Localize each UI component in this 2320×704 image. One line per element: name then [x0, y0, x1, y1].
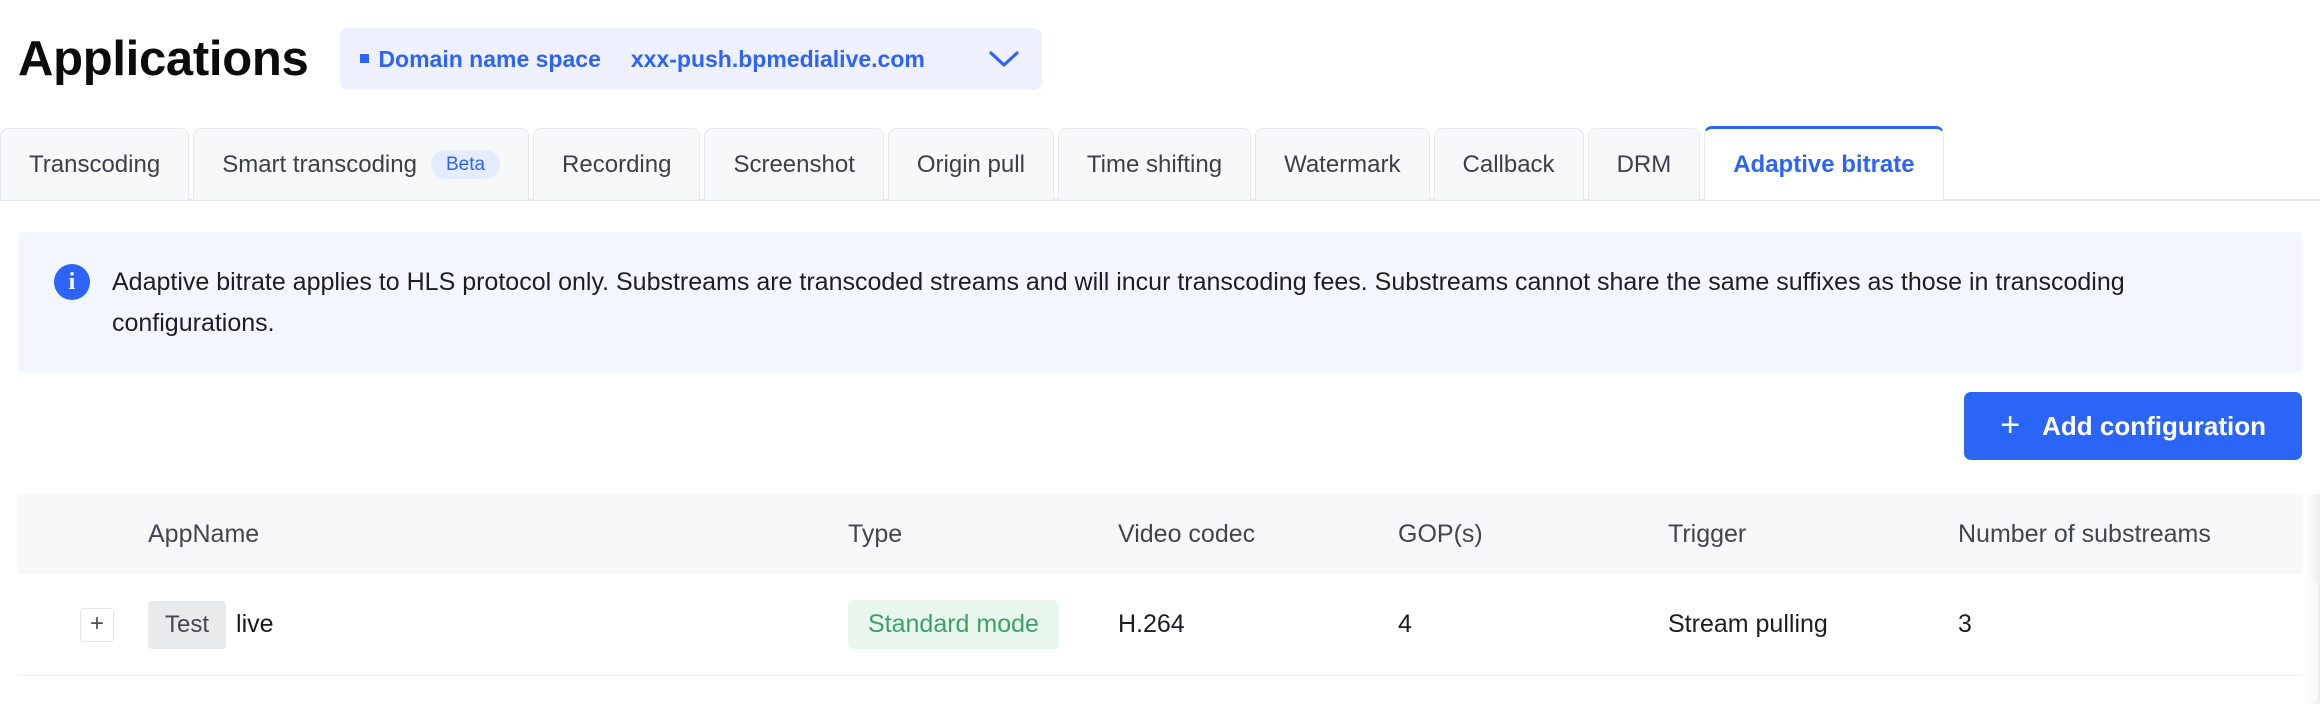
plus-icon: + — [2000, 405, 2021, 444]
tab-recording[interactable]: Recording — [533, 128, 701, 200]
app-name: live — [236, 610, 274, 638]
tab-label: Callback — [1462, 150, 1555, 178]
tab-label: Watermark — [1284, 150, 1401, 178]
app-tag: Test — [148, 600, 227, 649]
tab-label: Recording — [562, 150, 672, 178]
tab-label: Time shifting — [1086, 150, 1223, 178]
tab-label: Adaptive bitrate — [1733, 150, 1915, 178]
tab-label: Screenshot — [733, 150, 855, 178]
tab-label: Origin pull — [916, 150, 1025, 178]
tab-label: Smart transcoding — [222, 150, 417, 178]
page-title: Applications — [18, 31, 309, 86]
configurations-table: AppName Type Video codec GOP(s) Trigger … — [18, 494, 2302, 704]
page-header: Applications Domain name space xxx-push.… — [0, 0, 2320, 118]
table-row: + Test live Standard mode H.264 4 Stream… — [18, 574, 2302, 676]
column-header-type: Type — [848, 519, 903, 548]
column-header-appname: AppName — [148, 519, 260, 548]
cell-type: Standard mode — [848, 574, 1118, 676]
add-configuration-button[interactable]: + Add configuration — [1964, 392, 2302, 460]
status-badge: Standard mode — [848, 600, 1059, 649]
expand-row-plus-icon[interactable]: + — [80, 607, 114, 642]
column-header-video-codec: Video codec — [1118, 519, 1256, 548]
tab-time-shifting[interactable]: Time shifting — [1057, 128, 1252, 200]
tab-adaptive-bitrate[interactable]: Adaptive bitrate — [1704, 126, 1944, 200]
tab-label: Transcoding — [29, 150, 161, 178]
column-header-gop: GOP(s) — [1398, 519, 1483, 548]
table-vertical-scrollbar[interactable] — [2308, 582, 2318, 700]
info-banner: i Adaptive bitrate applies to HLS protoc… — [18, 232, 2302, 373]
action-bar: + Add configuration — [18, 392, 2302, 460]
cell-video-codec: H.264 — [1118, 574, 1398, 676]
cell-gop: 4 — [1398, 574, 1668, 676]
tab-callback[interactable]: Callback — [1433, 128, 1584, 200]
cell-substreams: 3 — [1958, 574, 2302, 676]
tab-screenshot[interactable]: Screenshot — [704, 128, 884, 200]
applications-page: Applications Domain name space xxx-push.… — [0, 0, 2320, 704]
domain-name-space-selector[interactable]: Domain name space xxx-push.bpmedialive.c… — [340, 28, 1043, 90]
add-configuration-label: Add configuration — [2042, 410, 2266, 441]
domain-selector-label: Domain name space — [378, 45, 601, 72]
tab-origin-pull[interactable]: Origin pull — [887, 128, 1054, 200]
tab-transcoding[interactable]: Transcoding — [0, 128, 190, 200]
column-header-trigger: Trigger — [1668, 519, 1747, 548]
tab-drm[interactable]: DRM — [1587, 128, 1701, 200]
tab-watermark[interactable]: Watermark — [1255, 128, 1430, 200]
tab-smart-transcoding[interactable]: Smart transcoding Beta — [193, 128, 530, 200]
info-circle-icon: i — [54, 264, 90, 300]
beta-badge: Beta — [430, 150, 501, 179]
cell-trigger: Stream pulling — [1668, 574, 1958, 676]
column-header-number-of-substreams: Number of substreams — [1958, 519, 2211, 548]
table-header-row: AppName Type Video codec GOP(s) Trigger … — [18, 494, 2302, 574]
cell-appname: Test live — [148, 574, 848, 676]
square-bullet-icon — [360, 53, 370, 63]
domain-selector-value: xxx-push.bpmedialive.com — [630, 45, 925, 72]
tab-strip: Transcoding Smart transcoding Beta Recor… — [0, 124, 2320, 200]
tab-label: DRM — [1616, 150, 1672, 178]
column-header-expand — [18, 494, 148, 574]
row-expand-cell: + — [18, 574, 148, 676]
chevron-down-icon[interactable] — [948, 49, 1020, 69]
info-banner-text: Adaptive bitrate applies to HLS protocol… — [112, 268, 2125, 338]
